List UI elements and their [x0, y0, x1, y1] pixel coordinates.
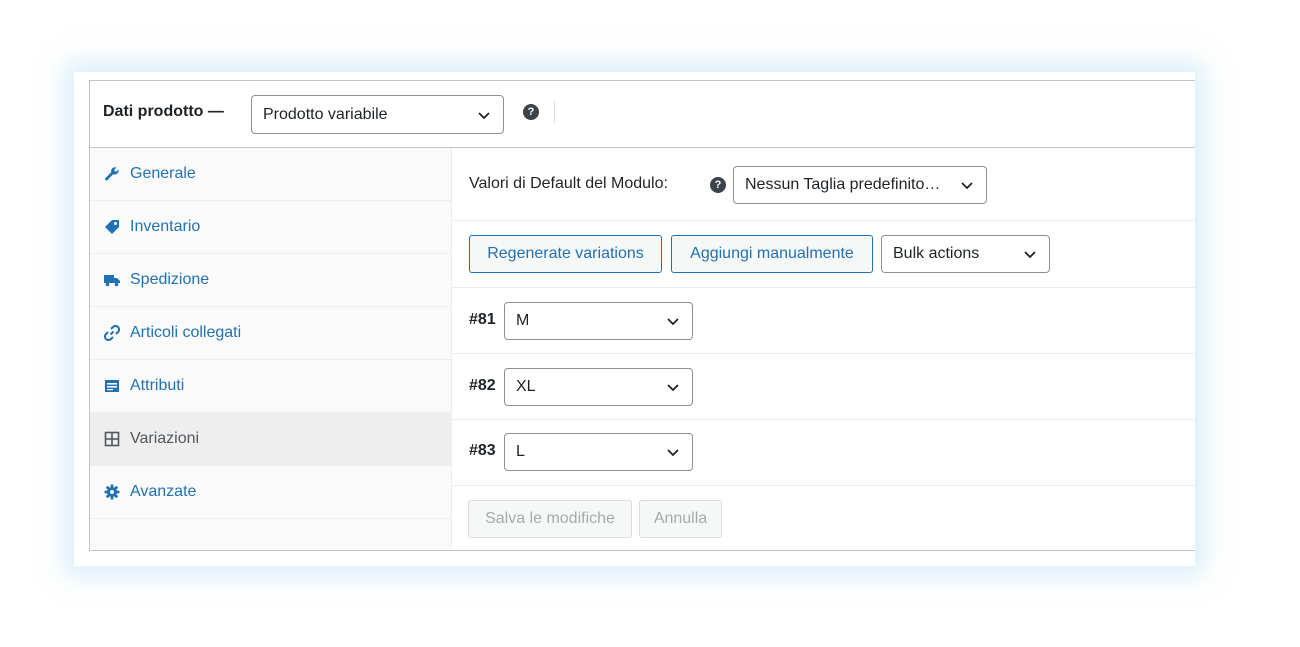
product-data-header: Dati prodotto — Prodotto variabile ?	[90, 81, 1195, 148]
grid-icon	[104, 431, 120, 447]
sidebar-item-label: Attributi	[130, 377, 185, 394]
sidebar-item-label: Articoli collegati	[130, 324, 242, 341]
row-divider	[452, 220, 1195, 221]
sidebar-item-spedizione[interactable]: Spedizione	[90, 254, 452, 307]
sidebar-item-generale[interactable]: Generale	[90, 148, 452, 201]
sidebar-item-variazioni[interactable]: Variazioni	[90, 413, 452, 466]
variation-id: #83	[469, 442, 496, 459]
defaults-label: Valori di Default del Modulo:	[469, 175, 668, 192]
chevron-down-icon	[667, 318, 679, 326]
wrench-icon	[105, 167, 119, 181]
chevron-down-icon	[667, 384, 679, 392]
link-icon	[104, 325, 120, 341]
help-icon[interactable]: ?	[710, 177, 726, 193]
sidebar-item-avanzate[interactable]: Avanzate	[90, 466, 452, 519]
sidebar-item-inventario[interactable]: Inventario	[90, 201, 452, 254]
product-type-select[interactable]: Prodotto variabile	[251, 95, 504, 134]
sidebar-item-label: Spedizione	[130, 271, 210, 288]
product-data-title: Dati prodotto —	[103, 103, 224, 120]
row-divider	[452, 287, 1195, 288]
gear-icon	[104, 484, 120, 500]
default-size-select[interactable]: Nessun Taglia predefinito…	[733, 166, 987, 204]
sidebar-item-label: Inventario	[130, 218, 201, 235]
variation-size-value: L	[516, 443, 525, 460]
sidebar-item-label: Generale	[130, 165, 196, 182]
cancel-button[interactable]: Annulla	[639, 500, 722, 538]
sidebar-item-articoli-collegati[interactable]: Articoli collegati	[90, 307, 452, 360]
product-tabs-sidebar: Generale Inventario Spedizione Articoli …	[90, 148, 452, 550]
regenerate-variations-button[interactable]: Regenerate variations	[469, 235, 662, 273]
product-type-value: Prodotto variabile	[263, 105, 388, 123]
chevron-down-icon	[478, 111, 490, 119]
save-changes-button[interactable]: Salva le modifiche	[468, 500, 632, 538]
variation-id: #81	[469, 311, 496, 328]
sidebar-item-label: Variazioni	[130, 430, 200, 447]
truck-icon	[104, 275, 120, 287]
add-manually-button[interactable]: Aggiungi manualmente	[671, 235, 873, 273]
chevron-down-icon	[961, 182, 973, 190]
sidebar-item-label: Avanzate	[130, 483, 197, 500]
product-data-panel: Dati prodotto — Prodotto variabile ? Gen…	[89, 80, 1195, 551]
variation-size-select[interactable]: XL	[504, 368, 693, 406]
variation-size-value: M	[516, 312, 530, 329]
chevron-down-icon	[1024, 251, 1036, 259]
variation-size-value: XL	[516, 378, 536, 395]
tag-icon	[105, 220, 119, 234]
row-divider	[452, 419, 1195, 420]
variation-size-select[interactable]: M	[504, 302, 693, 340]
row-divider	[452, 485, 1195, 486]
variation-id: #82	[469, 377, 496, 394]
bulk-actions-select[interactable]: Bulk actions	[881, 235, 1050, 273]
default-size-value: Nessun Taglia predefinito…	[745, 176, 941, 193]
chevron-down-icon	[667, 449, 679, 457]
sidebar-item-attributi[interactable]: Attributi	[90, 360, 452, 413]
header-divider	[554, 101, 555, 123]
row-divider	[452, 353, 1195, 354]
bulk-actions-value: Bulk actions	[893, 245, 980, 262]
variations-panel: Valori di Default del Modulo: ? Nessun T…	[452, 148, 1195, 550]
help-icon[interactable]: ?	[523, 104, 539, 120]
list-card-icon	[105, 380, 119, 392]
variation-size-select[interactable]: L	[504, 433, 693, 471]
